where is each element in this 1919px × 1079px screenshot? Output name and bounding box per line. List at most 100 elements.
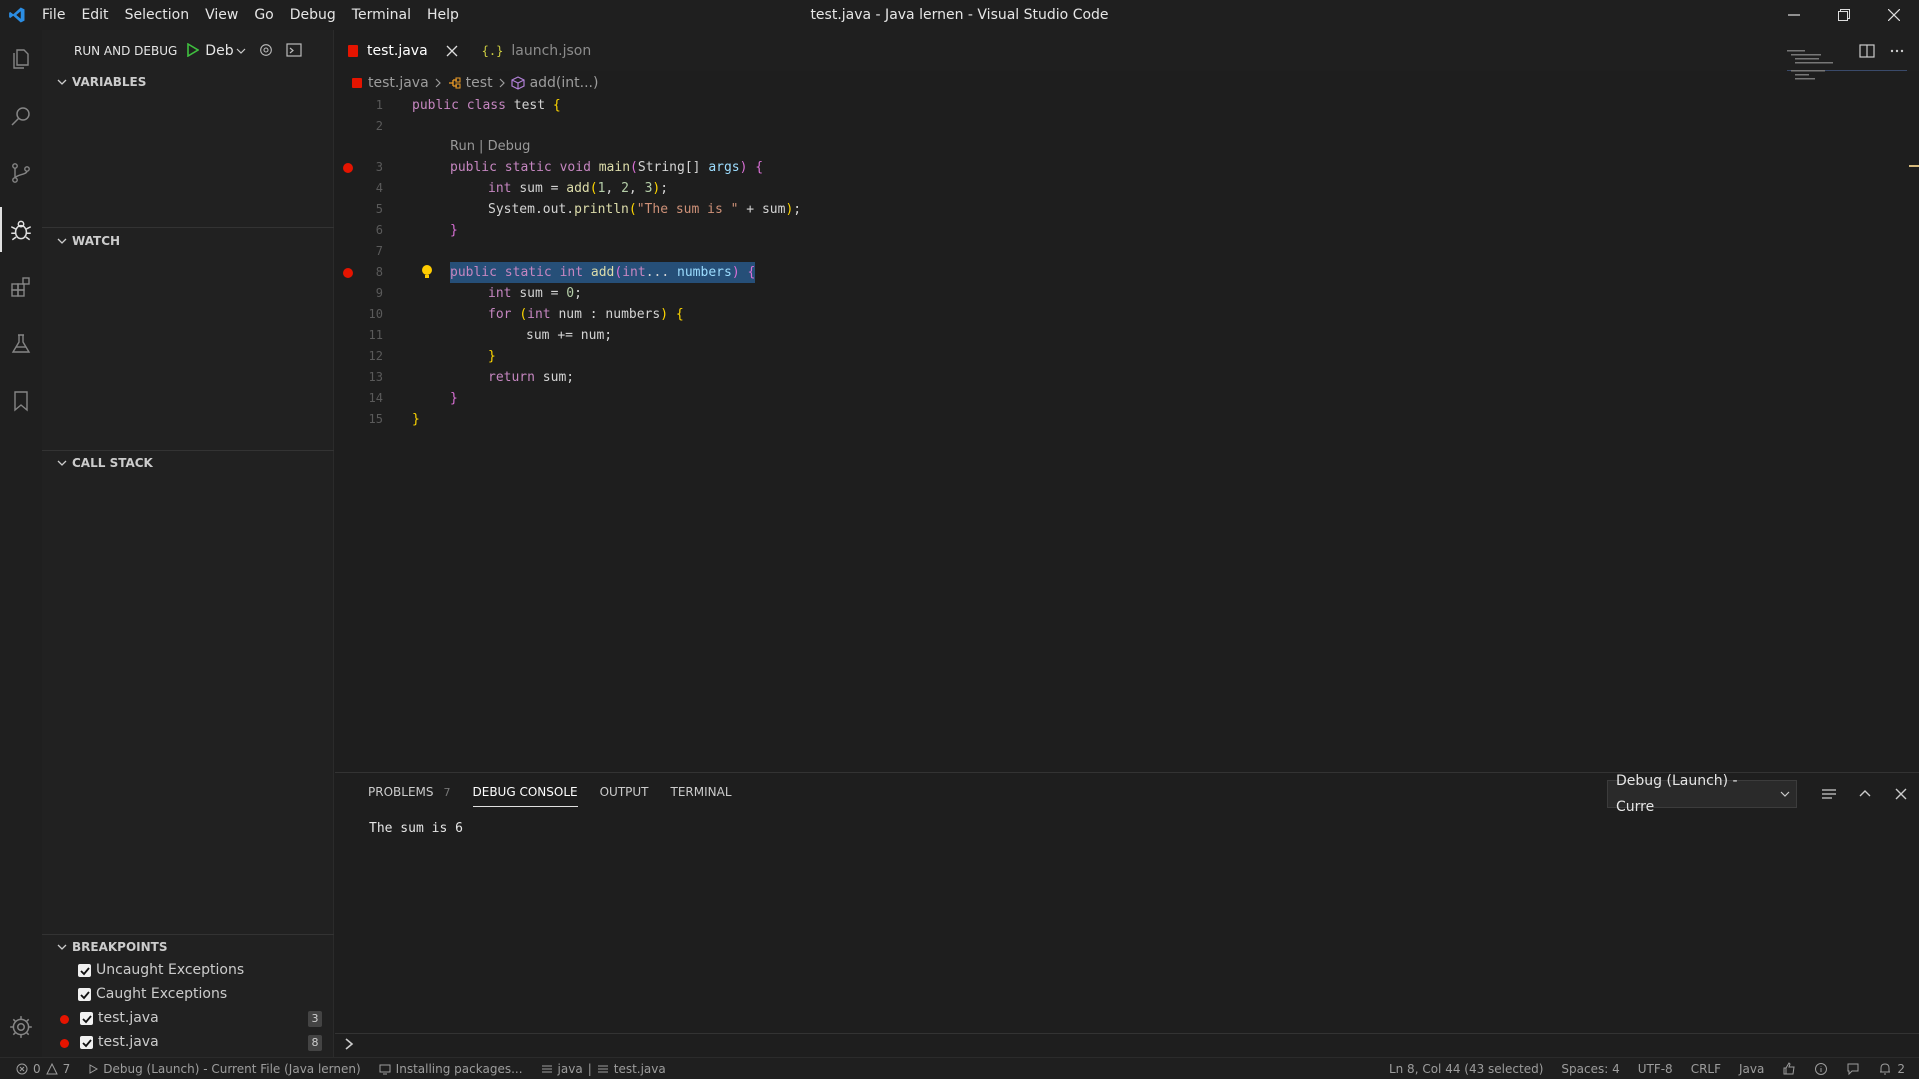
- menu-selection[interactable]: Selection: [117, 0, 198, 30]
- breadcrumb-item[interactable]: test: [466, 75, 493, 91]
- bookmark-icon[interactable]: [0, 372, 42, 429]
- breakpoint-row[interactable]: test.java 8: [42, 1031, 334, 1055]
- code-line: 5 System.out.println("The sum is " + sum…: [335, 199, 1919, 220]
- menu-debug[interactable]: Debug: [282, 0, 344, 30]
- divider: [42, 934, 334, 935]
- code-line: 15 }: [335, 409, 1919, 430]
- call-stack-section-header[interactable]: CALL STACK: [42, 452, 334, 474]
- breakpoints-title: BREAKPOINTS: [72, 940, 168, 954]
- line-number: 5: [375, 202, 383, 216]
- debug-status[interactable]: Debug (Launch) - Current File (Java lern…: [88, 1062, 361, 1076]
- manage-gear-icon[interactable]: [0, 1007, 42, 1047]
- maximize-panel-chevron-up-icon[interactable]: [1857, 786, 1873, 802]
- tab-terminal[interactable]: TERMINAL: [660, 773, 743, 811]
- list-icon: [597, 1065, 608, 1072]
- end-of-line[interactable]: CRLF: [1691, 1062, 1721, 1076]
- line-number: 2: [375, 119, 383, 133]
- breadcrumb-item[interactable]: add(int...): [530, 75, 599, 91]
- minimap[interactable]: [1787, 30, 1907, 90]
- breakpoint-row[interactable]: Uncaught Exceptions: [42, 959, 334, 983]
- testing-icon[interactable]: [0, 315, 42, 372]
- breakpoint-label: test.java: [98, 1010, 159, 1026]
- start-debugging-icon[interactable]: [187, 42, 200, 60]
- line-number: 3: [375, 160, 383, 174]
- line-number: 11: [368, 328, 383, 342]
- menu-view[interactable]: View: [197, 0, 246, 30]
- tab-debug-console[interactable]: DEBUG CONSOLE: [462, 773, 589, 811]
- clear-console-icon[interactable]: [1821, 786, 1837, 802]
- error-icon: [16, 1063, 28, 1074]
- codelens-row: Run | Debug: [335, 136, 1919, 157]
- watch-section-header[interactable]: WATCH: [42, 230, 334, 252]
- bottom-panel: PROBLEMS 7 DEBUG CONSOLE OUTPUT TERMINAL …: [335, 772, 1919, 1057]
- variables-section-header[interactable]: VARIABLES: [42, 71, 334, 93]
- chevron-down-icon: [1780, 791, 1790, 797]
- source-control-icon[interactable]: [0, 144, 42, 201]
- search-icon[interactable]: [0, 87, 42, 144]
- tab-output[interactable]: OUTPUT: [589, 773, 660, 811]
- menu-go[interactable]: Go: [246, 0, 281, 30]
- overview-ruler-marker: [1909, 165, 1919, 167]
- breakpoint-label: test.java: [98, 1034, 159, 1050]
- java-projects-status[interactable]: java | test.java: [541, 1062, 666, 1076]
- debug-config-select[interactable]: Deb: [205, 43, 246, 59]
- tab-problems[interactable]: PROBLEMS 7: [357, 773, 462, 811]
- extensions-icon[interactable]: [0, 258, 42, 315]
- console-input[interactable]: [335, 1033, 1919, 1057]
- breadcrumb: test.java test add(int...): [335, 71, 1919, 95]
- code-line: 3 public static void main(String[] args)…: [335, 157, 1919, 178]
- indentation[interactable]: Spaces: 4: [1561, 1062, 1619, 1076]
- run-and-debug-icon[interactable]: [0, 201, 42, 258]
- installing-status[interactable]: Installing packages...: [379, 1062, 523, 1076]
- notifications[interactable]: 2: [1878, 1062, 1905, 1076]
- feedback-icon[interactable]: [1846, 1062, 1860, 1076]
- problems-count-badge: 7: [443, 786, 451, 799]
- restore-button[interactable]: [1819, 0, 1869, 30]
- lightbulb-icon[interactable]: [421, 264, 433, 284]
- java-label: java: [557, 1061, 583, 1076]
- breakpoints-section-header[interactable]: BREAKPOINTS: [42, 936, 334, 958]
- open-launch-json-gear-icon[interactable]: [258, 42, 274, 61]
- menu-help[interactable]: Help: [419, 0, 467, 30]
- close-tab-icon[interactable]: [446, 45, 458, 57]
- breakpoint-checkbox[interactable]: [80, 1012, 93, 1025]
- breakpoint-checkbox[interactable]: [78, 988, 91, 1001]
- line-number: 8: [375, 265, 383, 279]
- encoding[interactable]: UTF-8: [1638, 1062, 1673, 1076]
- explorer-icon[interactable]: [0, 30, 42, 87]
- tab-launch-json[interactable]: {.} launch.json: [470, 30, 604, 71]
- cursor-position[interactable]: Ln 8, Col 44 (43 selected): [1389, 1062, 1543, 1076]
- code-line: 11 sum += num;: [335, 325, 1919, 346]
- problems-status[interactable]: 0 7: [16, 1062, 70, 1076]
- chevron-down-icon: [236, 48, 246, 54]
- debug-console-icon[interactable]: [285, 42, 302, 61]
- warning-icon: [45, 1062, 58, 1074]
- tab-test-java[interactable]: test.java: [335, 30, 470, 71]
- breakpoint-checkbox[interactable]: [78, 964, 91, 977]
- language-mode[interactable]: Java: [1739, 1062, 1764, 1076]
- close-panel-icon[interactable]: [1893, 786, 1909, 802]
- thumbs-up-icon[interactable]: [1782, 1062, 1796, 1076]
- json-file-icon: {.}: [481, 43, 504, 58]
- monitor-icon: [379, 1064, 391, 1074]
- run-debug-sidebar: RUN AND DEBUG Deb VARIABLES WATCH CALL S…: [42, 30, 334, 1057]
- menu-edit[interactable]: Edit: [73, 0, 116, 30]
- breakpoint-row[interactable]: Caught Exceptions: [42, 983, 334, 1007]
- editor-tabs: test.java {.} launch.json: [335, 30, 1919, 71]
- run-debug-codelens[interactable]: Run | Debug: [450, 136, 530, 157]
- code-line: 2: [335, 116, 1919, 137]
- debug-session-select[interactable]: Debug (Launch) - Curre: [1607, 773, 1797, 815]
- code-line: 7: [335, 241, 1919, 262]
- tab-label: PROBLEMS: [368, 785, 434, 799]
- close-window-button[interactable]: [1869, 0, 1919, 30]
- panel-actions: [1821, 780, 1909, 808]
- line-number: 6: [375, 223, 383, 237]
- breakpoint-checkbox[interactable]: [80, 1036, 93, 1049]
- menu-terminal[interactable]: Terminal: [344, 0, 419, 30]
- code-line: 13 return sum;: [335, 367, 1919, 388]
- menu-file[interactable]: File: [34, 0, 73, 30]
- minimize-button[interactable]: [1769, 0, 1819, 30]
- breakpoint-row[interactable]: test.java 3: [42, 1007, 334, 1031]
- info-icon[interactable]: [1814, 1062, 1828, 1076]
- breadcrumb-item[interactable]: test.java: [368, 75, 429, 91]
